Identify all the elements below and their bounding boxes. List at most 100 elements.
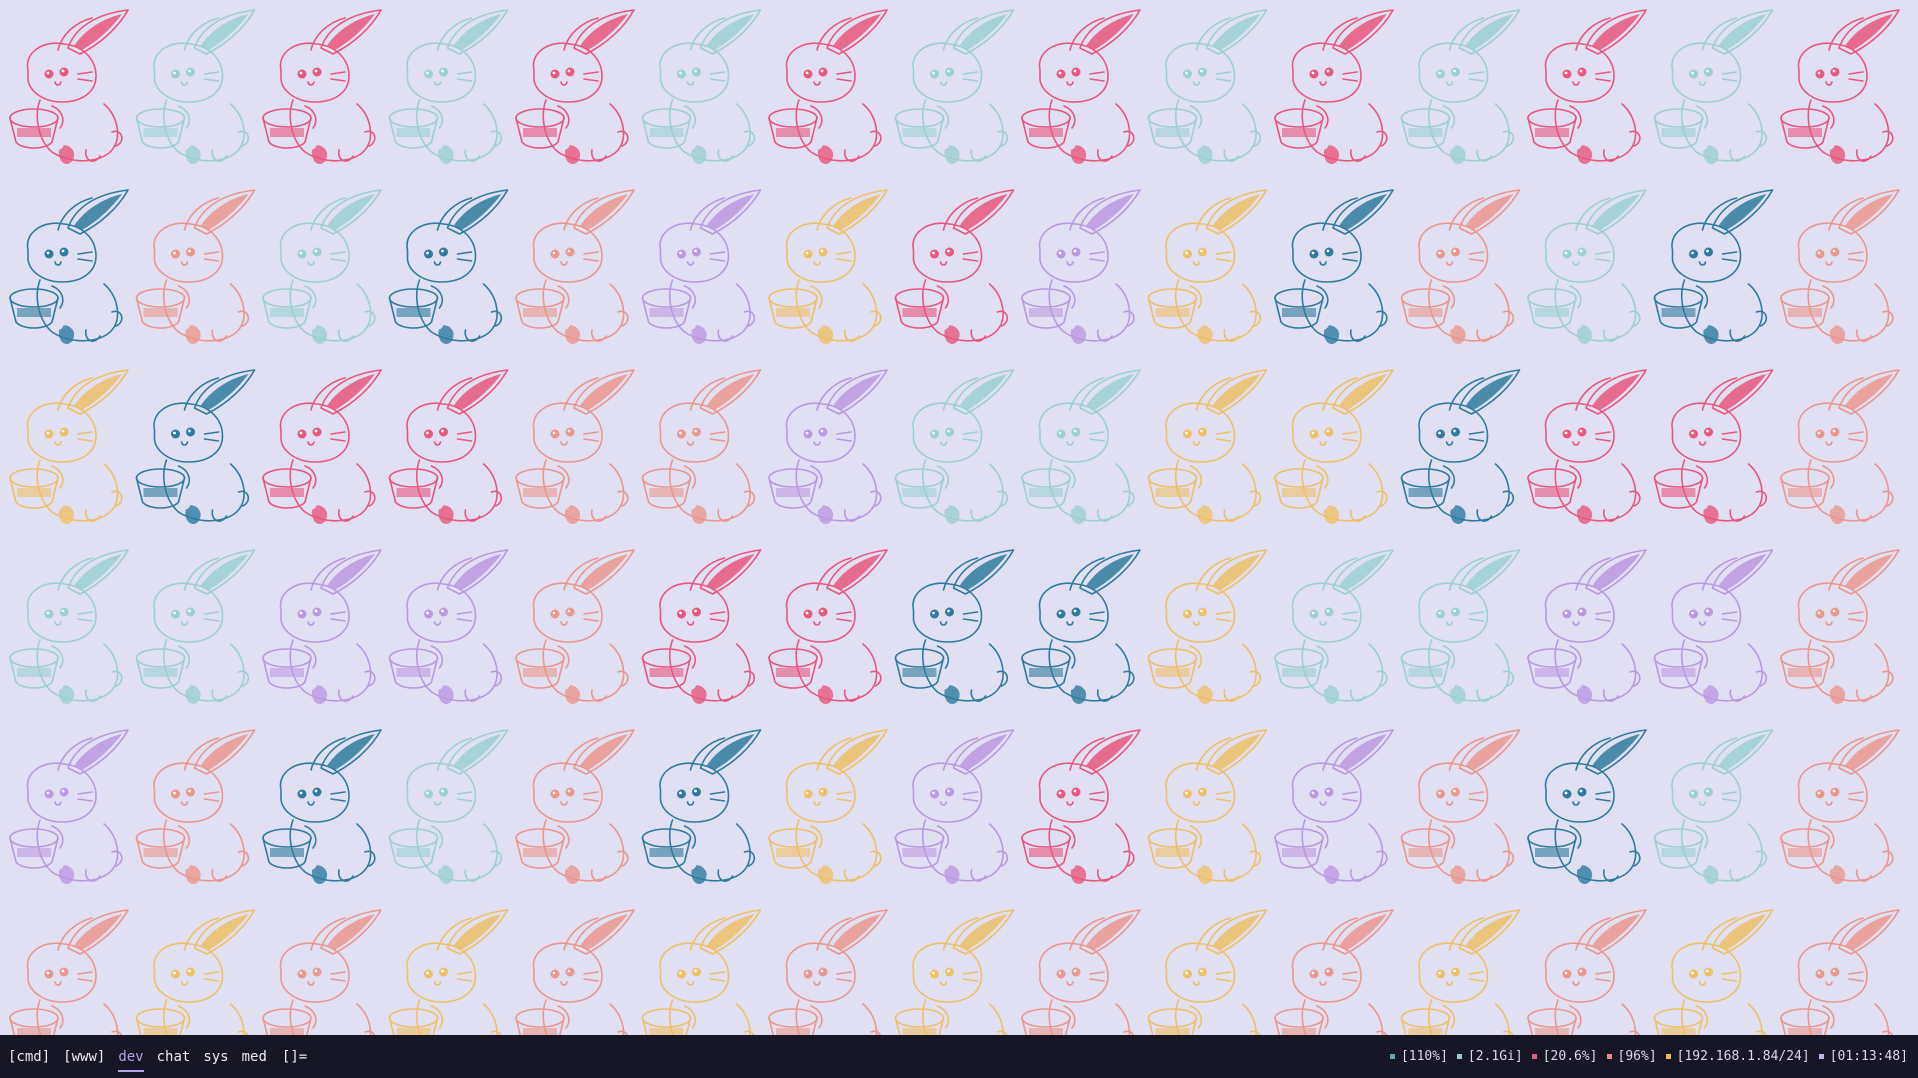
status-clock: [01:13:48] — [1818, 1049, 1908, 1064]
bunny-0-12-icon — [1527, 9, 1647, 165]
bunny-4-13-icon — [1653, 729, 1774, 885]
status-volume: [110%] — [1389, 1049, 1448, 1064]
bunny-1-10-icon — [1274, 189, 1394, 345]
bunny-4-4-icon — [515, 729, 635, 885]
bunny-4-0-icon — [9, 729, 129, 885]
bunny-3-2-icon — [262, 549, 382, 705]
bunny-1-6-icon — [768, 189, 888, 345]
bunny-0-14-icon — [1780, 9, 1900, 165]
bunny-3-13-icon — [1653, 549, 1774, 705]
status-battery: [96%] — [1606, 1049, 1657, 1064]
bunny-1-9-icon — [1147, 189, 1268, 345]
bunny-0-2-icon — [262, 9, 382, 165]
bunny-1-7-icon — [894, 189, 1015, 345]
bunny-5-4-icon — [515, 909, 635, 1035]
bunny-3-7-icon — [894, 549, 1015, 705]
bunny-1-14-icon — [1780, 189, 1900, 345]
bunny-5-6-icon — [768, 909, 888, 1035]
bunny-2-11-icon — [1400, 369, 1521, 525]
memory-text: [2.1Gi] — [1467, 1049, 1523, 1064]
bunny-1-13-icon — [1653, 189, 1774, 345]
bunny-2-7-icon — [894, 369, 1015, 525]
bunny-0-0-icon — [9, 9, 129, 165]
bunny-pattern — [9, 9, 1900, 1035]
bunny-1-4-icon — [515, 189, 635, 345]
bunny-5-5-icon — [641, 909, 762, 1035]
bunny-0-7-icon — [894, 9, 1015, 165]
bunny-3-11-icon — [1400, 549, 1521, 705]
bunny-1-12-icon — [1527, 189, 1647, 345]
bunny-2-0-icon — [9, 369, 129, 525]
bunny-4-10-icon — [1274, 729, 1394, 885]
bunny-3-1-icon — [135, 549, 256, 705]
bunny-5-7-icon — [894, 909, 1015, 1035]
bunny-3-0-icon — [9, 549, 129, 705]
bunny-1-5-icon — [641, 189, 762, 345]
bunny-4-7-icon — [894, 729, 1015, 885]
bunny-2-3-icon — [388, 369, 509, 525]
workspace-cmd[interactable]: [cmd] — [8, 1047, 50, 1067]
bunny-2-6-icon — [768, 369, 888, 525]
status-network: [192.168.1.84/24] — [1665, 1049, 1810, 1064]
bunny-0-13-icon — [1653, 9, 1774, 165]
bunny-1-11-icon — [1400, 189, 1521, 345]
bunny-5-13-icon — [1653, 909, 1774, 1035]
bunny-1-0-icon — [9, 189, 129, 345]
cpu-text: [20.6%] — [1542, 1049, 1598, 1064]
cpu-dot-icon — [1531, 1054, 1537, 1059]
bunny-4-2-icon — [262, 729, 382, 885]
bunny-3-9-icon — [1147, 549, 1268, 705]
bunny-2-2-icon — [262, 369, 382, 525]
bunny-0-9-icon — [1147, 9, 1268, 165]
bunny-0-5-icon — [641, 9, 762, 165]
bunny-5-14-icon — [1780, 909, 1900, 1035]
layout-indicator[interactable]: []= — [282, 1049, 307, 1065]
network-dot-icon — [1665, 1054, 1671, 1059]
bunny-5-2-icon — [262, 909, 382, 1035]
bunny-5-12-icon — [1527, 909, 1647, 1035]
bunny-0-10-icon — [1274, 9, 1394, 165]
bunny-0-1-icon — [135, 9, 256, 165]
bunny-4-12-icon — [1527, 729, 1647, 885]
bunny-3-4-icon — [515, 549, 635, 705]
bunny-4-8-icon — [1021, 729, 1141, 885]
bunny-3-14-icon — [1780, 549, 1900, 705]
workspace-dev[interactable]: dev — [118, 1047, 144, 1072]
bunny-0-8-icon — [1021, 9, 1141, 165]
bunny-4-9-icon — [1147, 729, 1268, 885]
desktop-wallpaper — [0, 0, 1918, 1035]
clock-dot-icon — [1818, 1054, 1824, 1059]
memory-dot-icon — [1456, 1054, 1462, 1059]
bunny-3-8-icon — [1021, 549, 1141, 705]
bunny-5-9-icon — [1147, 909, 1268, 1035]
status-bar: [cmd] [www] dev chat sys med []= [110%] … — [0, 1035, 1918, 1078]
bunny-5-10-icon — [1274, 909, 1394, 1035]
bunny-3-12-icon — [1527, 549, 1647, 705]
bunny-4-3-icon — [388, 729, 509, 885]
clock-text: [01:13:48] — [1829, 1049, 1908, 1064]
volume-text: [110%] — [1400, 1049, 1448, 1064]
bunny-5-0-icon — [9, 909, 129, 1035]
workspace-www[interactable]: [www] — [63, 1047, 105, 1067]
bunny-0-6-icon — [768, 9, 888, 165]
volume-dot-icon — [1389, 1054, 1395, 1059]
bunny-3-6-icon — [768, 549, 888, 705]
network-text: [192.168.1.84/24] — [1676, 1049, 1810, 1064]
bunny-5-8-icon — [1021, 909, 1141, 1035]
bunny-2-13-icon — [1653, 369, 1774, 525]
workspace-med[interactable]: med — [242, 1047, 267, 1067]
bunny-1-1-icon — [135, 189, 256, 345]
bunny-5-11-icon — [1400, 909, 1521, 1035]
status-cpu: [20.6%] — [1531, 1049, 1598, 1064]
workspace-list: [cmd] [www] dev chat sys med []= — [8, 1035, 307, 1078]
bunny-4-5-icon — [641, 729, 762, 885]
workspace-sys[interactable]: sys — [203, 1047, 228, 1067]
bunny-5-3-icon — [388, 909, 509, 1035]
bunny-3-10-icon — [1274, 549, 1394, 705]
workspace-chat[interactable]: chat — [157, 1047, 191, 1067]
bunny-1-2-icon — [262, 189, 382, 345]
bunny-4-14-icon — [1780, 729, 1900, 885]
bunny-4-1-icon — [135, 729, 256, 885]
bunny-2-5-icon — [641, 369, 762, 525]
battery-text: [96%] — [1617, 1049, 1657, 1064]
